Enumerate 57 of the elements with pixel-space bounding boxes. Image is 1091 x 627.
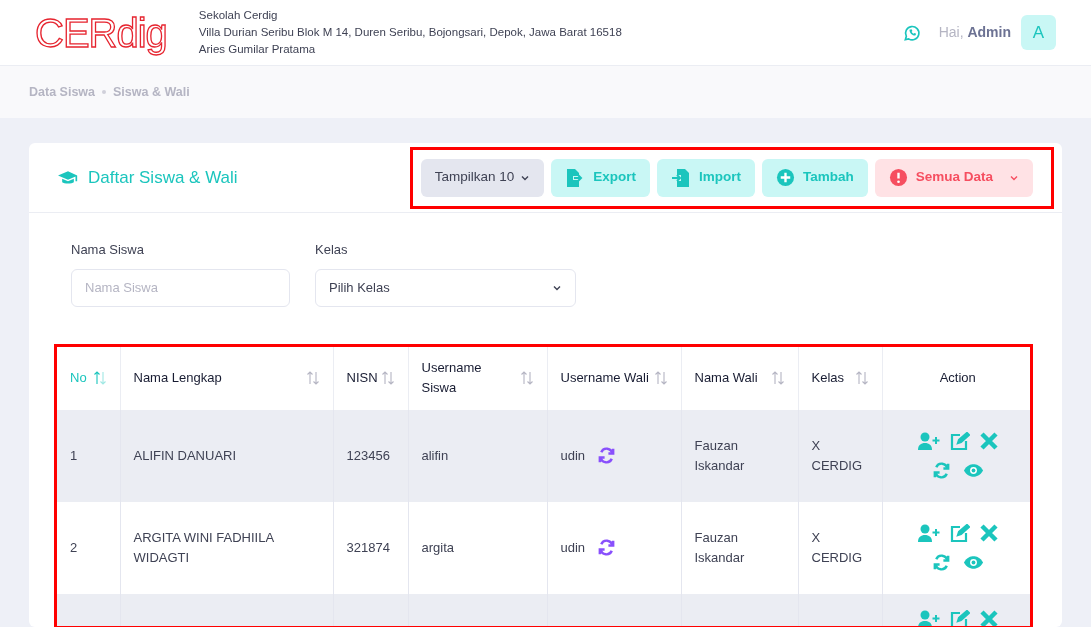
school-address: Villa Durian Seribu Blok M 14, Duren Seribu, Bojongsari, Depok, Jawa Barat 16518 xyxy=(198,25,622,40)
sort-icon[interactable] xyxy=(305,371,320,385)
sort-icon[interactable] xyxy=(770,371,785,385)
column-header[interactable]: Nama Wali xyxy=(694,368,758,388)
column-header: Action xyxy=(939,369,976,387)
table-cell-text: 1 xyxy=(70,446,78,465)
eye-icon[interactable] xyxy=(962,462,984,478)
sync-icon[interactable] xyxy=(597,538,617,557)
page-size-dropdown[interactable]: Tampilkan 10 xyxy=(420,158,545,197)
table-cell-text: 2 xyxy=(70,538,78,557)
sort-icon[interactable] xyxy=(854,371,869,385)
sort-icon[interactable] xyxy=(653,371,668,385)
sort-icon[interactable] xyxy=(519,371,534,385)
class-select[interactable]: Pilih Kelas xyxy=(315,268,576,307)
table-cell-text: udin xyxy=(560,446,586,465)
sync-icon[interactable] xyxy=(597,446,617,465)
card-title: Daftar Siswa & Wali xyxy=(88,166,238,189)
edit-icon[interactable] xyxy=(949,523,970,543)
column-header[interactable]: Kelas xyxy=(811,368,845,388)
plus-circle-icon xyxy=(775,168,795,187)
table-cell-text: 321874 xyxy=(346,538,390,557)
close-icon[interactable] xyxy=(979,524,998,542)
edit-icon[interactable] xyxy=(949,609,970,626)
table-cell-text: udin xyxy=(560,538,586,557)
column-header[interactable]: NISN xyxy=(346,368,378,388)
user-greeting: Hai, Admin xyxy=(938,23,1011,42)
table-cell-text: ARGITA WINI FADHIILA WIDAGTI xyxy=(133,528,275,567)
table-cell-text: argita xyxy=(421,538,455,557)
student-name-field[interactable]: Nama Siswa xyxy=(71,268,290,307)
sort-icon[interactable] xyxy=(380,371,395,385)
column-header[interactable]: Nama Lengkap xyxy=(133,368,222,388)
graduation-cap-icon xyxy=(58,169,78,186)
close-icon[interactable] xyxy=(979,432,998,450)
field-label: Kelas xyxy=(315,241,349,259)
sync-icon[interactable] xyxy=(931,552,951,572)
column-header[interactable]: Username Siswa xyxy=(421,358,520,398)
table-cell-text: Fauzan Iskandar xyxy=(694,436,746,475)
close-icon[interactable] xyxy=(979,610,998,626)
user-plus-icon[interactable] xyxy=(917,432,940,450)
edit-icon[interactable] xyxy=(949,431,970,451)
table-cell-text: X CERDIG xyxy=(811,436,864,475)
table-cell-text: 123456 xyxy=(346,446,390,465)
file-import-icon xyxy=(670,167,691,188)
eye-icon[interactable] xyxy=(962,554,984,570)
user-plus-icon[interactable] xyxy=(917,610,940,626)
table-cell-text: Fauzan Iskandar xyxy=(694,528,746,567)
table-cell-text: X CERDIG xyxy=(811,528,864,567)
exclamation-circle-icon xyxy=(888,168,908,187)
principal-name: Aries Gumilar Pratama xyxy=(198,42,317,57)
sort-icon[interactable] xyxy=(92,371,107,385)
school-name: Sekolah Cerdig xyxy=(198,8,279,23)
field-label: Nama Siswa xyxy=(71,241,145,259)
sync-icon[interactable] xyxy=(931,460,951,480)
table-cell-text: alifin xyxy=(421,446,449,465)
user-plus-icon[interactable] xyxy=(917,524,940,542)
column-header[interactable]: Username Wali xyxy=(560,368,649,388)
table-cell-text: ALIFIN DANUARI xyxy=(133,446,237,465)
